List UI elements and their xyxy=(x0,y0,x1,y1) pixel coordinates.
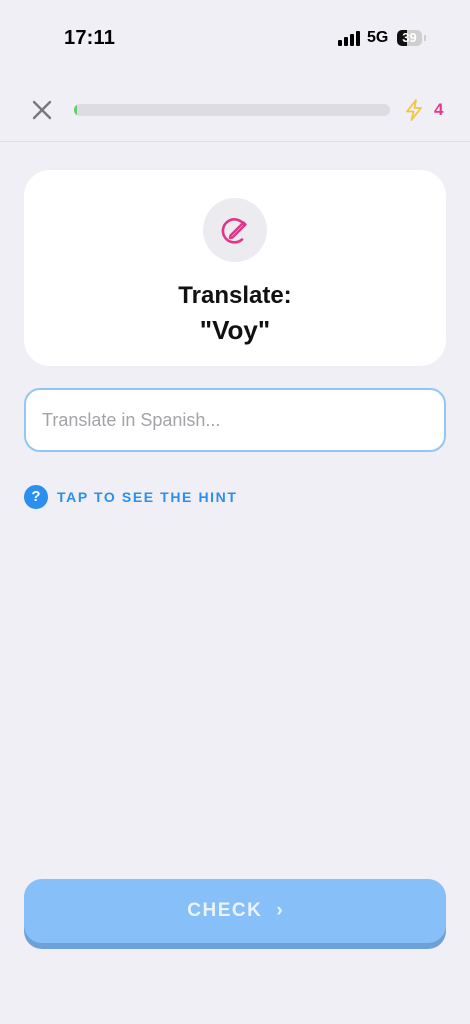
check-label: CHECK xyxy=(187,900,263,921)
translation-input[interactable] xyxy=(24,388,446,452)
battery-cap xyxy=(424,35,426,41)
close-icon xyxy=(32,100,52,120)
cellular-signal-icon xyxy=(338,30,362,46)
battery-icon: 39 xyxy=(397,30,422,46)
status-bar: 17:11 5G 39 xyxy=(0,0,470,80)
check-button[interactable]: CHECK › xyxy=(24,879,446,943)
lesson-progress-bar xyxy=(74,104,390,116)
hint-button[interactable]: ? TAP TO SEE THE HINT xyxy=(24,485,238,509)
prompt-card: Translate: "Voy" xyxy=(24,170,446,366)
question-icon: ? xyxy=(24,485,48,509)
prompt-word: "Voy" xyxy=(199,315,271,345)
prompt-title: Translate: xyxy=(178,282,292,309)
close-button[interactable] xyxy=(29,97,55,123)
energy-count: 4 xyxy=(434,100,444,119)
hint-label: TAP TO SEE THE HINT xyxy=(57,489,238,505)
lightning-icon xyxy=(406,99,422,121)
lesson-progress-fill xyxy=(74,104,78,116)
header-divider xyxy=(0,141,470,142)
prompt-icon-badge xyxy=(203,198,267,262)
pencil-circle-icon xyxy=(221,218,247,244)
status-time: 17:11 xyxy=(64,27,116,49)
network-type: 5G xyxy=(367,29,389,46)
chevron-right-icon: › xyxy=(276,900,283,921)
battery-percentage: 39 xyxy=(402,30,417,45)
